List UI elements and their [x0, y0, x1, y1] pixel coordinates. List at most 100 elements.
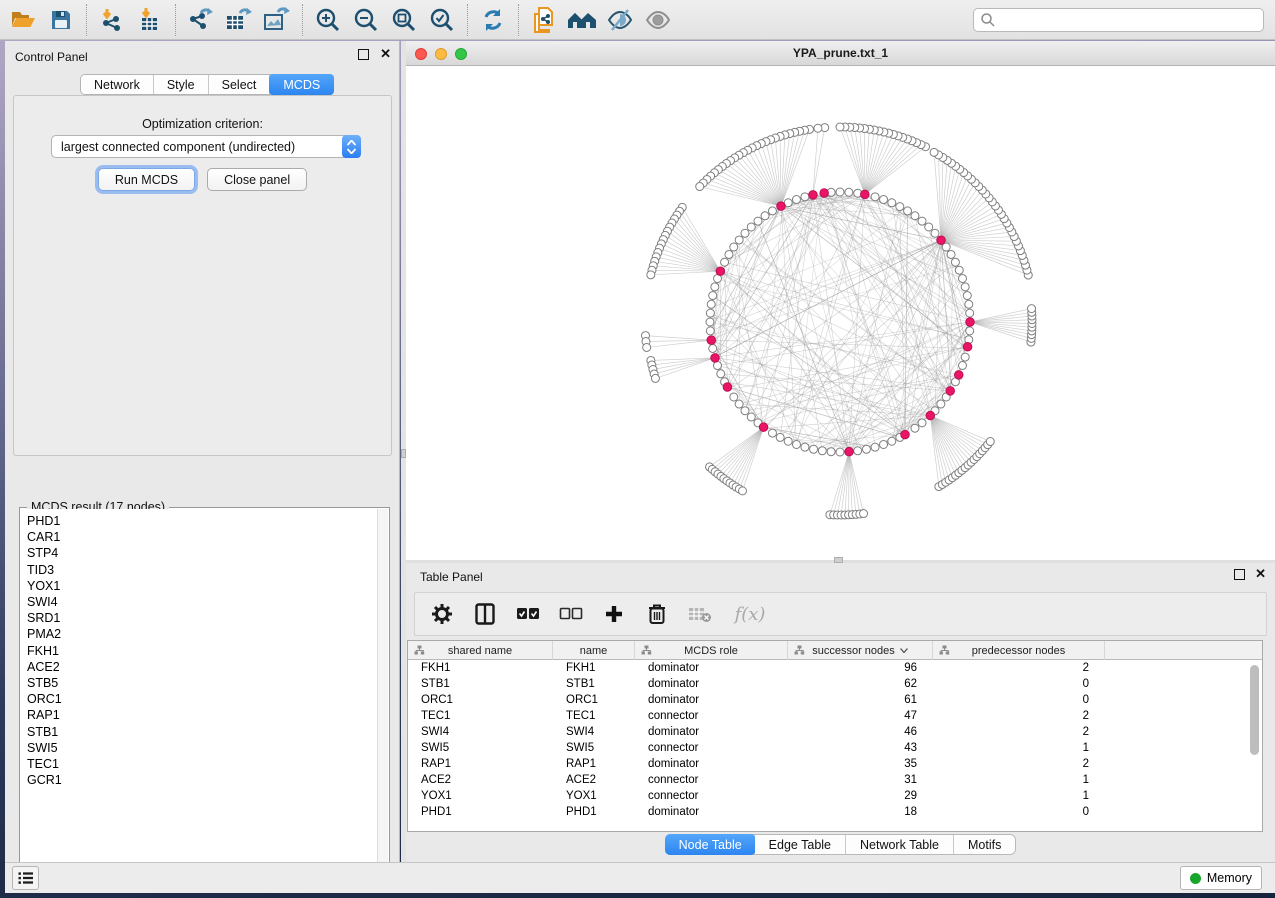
hide-graphics-details-icon[interactable] — [605, 5, 635, 35]
mcds-hub-node — [723, 383, 732, 392]
control-panel-tabbar: Network Style Select MCDS — [80, 74, 334, 95]
float-panel-icon[interactable] — [358, 49, 369, 60]
tab-network[interactable]: Network — [81, 75, 154, 94]
result-list-item[interactable]: ORC1 — [27, 691, 377, 707]
close-panel-icon[interactable]: ✕ — [1255, 566, 1266, 582]
table-cell: RAP1 — [553, 756, 635, 772]
tab-node-table[interactable]: Node Table — [665, 834, 756, 855]
search-input[interactable] — [996, 10, 1263, 30]
result-list-item[interactable]: STB1 — [27, 724, 377, 740]
network-node — [801, 193, 809, 201]
search-icon — [980, 12, 996, 28]
result-list-item[interactable]: PMA2 — [27, 626, 377, 642]
network-titlebar[interactable]: YPA_prune.txt_1 — [406, 41, 1275, 66]
column-view-icon[interactable] — [472, 601, 498, 627]
tab-network-table[interactable]: Network Table — [846, 835, 954, 854]
network-node — [768, 429, 776, 437]
search-box[interactable] — [973, 8, 1264, 32]
zoom-selected-icon[interactable] — [427, 5, 457, 35]
deselect-all-icon[interactable] — [558, 601, 584, 627]
table-row[interactable]: ACE2ACE2connector311 — [408, 772, 1262, 788]
result-list-item[interactable]: RAP1 — [27, 707, 377, 723]
result-list-item[interactable]: SWI4 — [27, 594, 377, 610]
float-panel-icon[interactable] — [1234, 569, 1245, 580]
mcds-hub-node — [937, 236, 946, 245]
table-scrollbar-thumb[interactable] — [1250, 665, 1259, 755]
tab-motifs[interactable]: Motifs — [954, 835, 1015, 854]
share-network-icon[interactable] — [529, 5, 559, 35]
export-table-icon[interactable] — [224, 5, 254, 35]
open-file-icon[interactable] — [8, 5, 38, 35]
control-panel-header: Control Panel ✕ — [5, 41, 399, 71]
result-list-item[interactable]: STB5 — [27, 675, 377, 691]
table-cell: SWI4 — [408, 724, 553, 740]
settings-gear-icon[interactable] — [429, 601, 455, 627]
table-panel-header: Table Panel ✕ — [406, 563, 1275, 593]
tab-edge-table[interactable]: Edge Table — [755, 835, 846, 854]
table-row[interactable]: SWI5SWI5connector431 — [408, 740, 1262, 756]
column-header[interactable]: successor nodes — [788, 641, 933, 660]
network-overview-icon[interactable] — [567, 5, 597, 35]
import-network-icon[interactable] — [97, 5, 127, 35]
network-node — [741, 229, 749, 237]
show-panel-list-button[interactable] — [12, 866, 39, 890]
result-list-item[interactable]: STP4 — [27, 545, 377, 561]
table-row[interactable]: RAP1RAP1dominator352 — [408, 756, 1262, 772]
close-panel-icon[interactable]: ✕ — [380, 46, 391, 62]
add-column-icon[interactable] — [601, 601, 627, 627]
result-list-item[interactable]: ACE2 — [27, 659, 377, 675]
table-cell: STB1 — [553, 676, 635, 692]
network-graph[interactable] — [406, 66, 1275, 560]
zoom-in-icon[interactable] — [313, 5, 343, 35]
mcds-result-list[interactable]: PHD1CAR1STP4TID3YOX1SWI4SRD1PMA2FKH1ACE2… — [21, 509, 377, 877]
criterion-select[interactable]: largest connected component (undirected) — [51, 135, 361, 158]
close-panel-button[interactable]: Close panel — [207, 168, 307, 191]
table-row[interactable]: PHD1PHD1dominator180 — [408, 804, 1262, 820]
table-row[interactable]: FKH1FKH1dominator962 — [408, 660, 1262, 676]
network-node — [845, 188, 853, 196]
result-list-item[interactable]: TEC1 — [27, 756, 377, 772]
network-node — [747, 413, 755, 421]
tab-select[interactable]: Select — [209, 75, 271, 94]
control-panel: Control Panel ✕ Network Style Select MCD… — [5, 41, 400, 862]
select-all-icon[interactable] — [515, 601, 541, 627]
result-list-item[interactable]: SRD1 — [27, 610, 377, 626]
memory-label: Memory — [1207, 871, 1252, 885]
tab-style[interactable]: Style — [154, 75, 209, 94]
export-network-icon[interactable] — [186, 5, 216, 35]
run-mcds-button[interactable]: Run MCDS — [98, 168, 195, 191]
criterion-value: largest connected component (undirected) — [52, 140, 343, 154]
memory-button[interactable]: Memory — [1180, 866, 1262, 890]
import-table-icon[interactable] — [135, 5, 165, 35]
result-list-item[interactable]: FKH1 — [27, 643, 377, 659]
save-icon[interactable] — [46, 5, 76, 35]
network-node — [768, 207, 776, 215]
table-cell: 1 — [933, 788, 1105, 804]
network-node — [735, 400, 743, 408]
table-row[interactable]: SWI4SWI4dominator462 — [408, 724, 1262, 740]
column-header[interactable]: predecessor nodes — [933, 641, 1105, 660]
result-list-item[interactable]: GCR1 — [27, 772, 377, 788]
column-header[interactable]: MCDS role — [635, 641, 788, 660]
table-row[interactable]: ORC1ORC1dominator610 — [408, 692, 1262, 708]
result-list-item[interactable]: TID3 — [27, 562, 377, 578]
zoom-fit-icon[interactable] — [389, 5, 419, 35]
tab-mcds[interactable]: MCDS — [269, 74, 334, 95]
show-graphics-details-icon[interactable] — [643, 5, 673, 35]
table-row[interactable]: YOX1YOX1connector291 — [408, 788, 1262, 804]
result-list-item[interactable]: PHD1 — [27, 513, 377, 529]
table-row[interactable]: STB1STB1dominator620 — [408, 676, 1262, 692]
result-scrollbar[interactable] — [377, 509, 388, 877]
mcds-hub-node — [711, 354, 720, 363]
network-node — [814, 124, 822, 132]
zoom-out-icon[interactable] — [351, 5, 381, 35]
refresh-icon[interactable] — [478, 5, 508, 35]
result-list-item[interactable]: CAR1 — [27, 529, 377, 545]
column-header[interactable]: shared name — [408, 641, 553, 660]
column-header[interactable]: name — [553, 641, 635, 660]
delete-column-icon[interactable] — [644, 601, 670, 627]
table-row[interactable]: TEC1TEC1connector472 — [408, 708, 1262, 724]
export-image-icon[interactable] — [262, 5, 292, 35]
result-list-item[interactable]: SWI5 — [27, 740, 377, 756]
result-list-item[interactable]: YOX1 — [27, 578, 377, 594]
